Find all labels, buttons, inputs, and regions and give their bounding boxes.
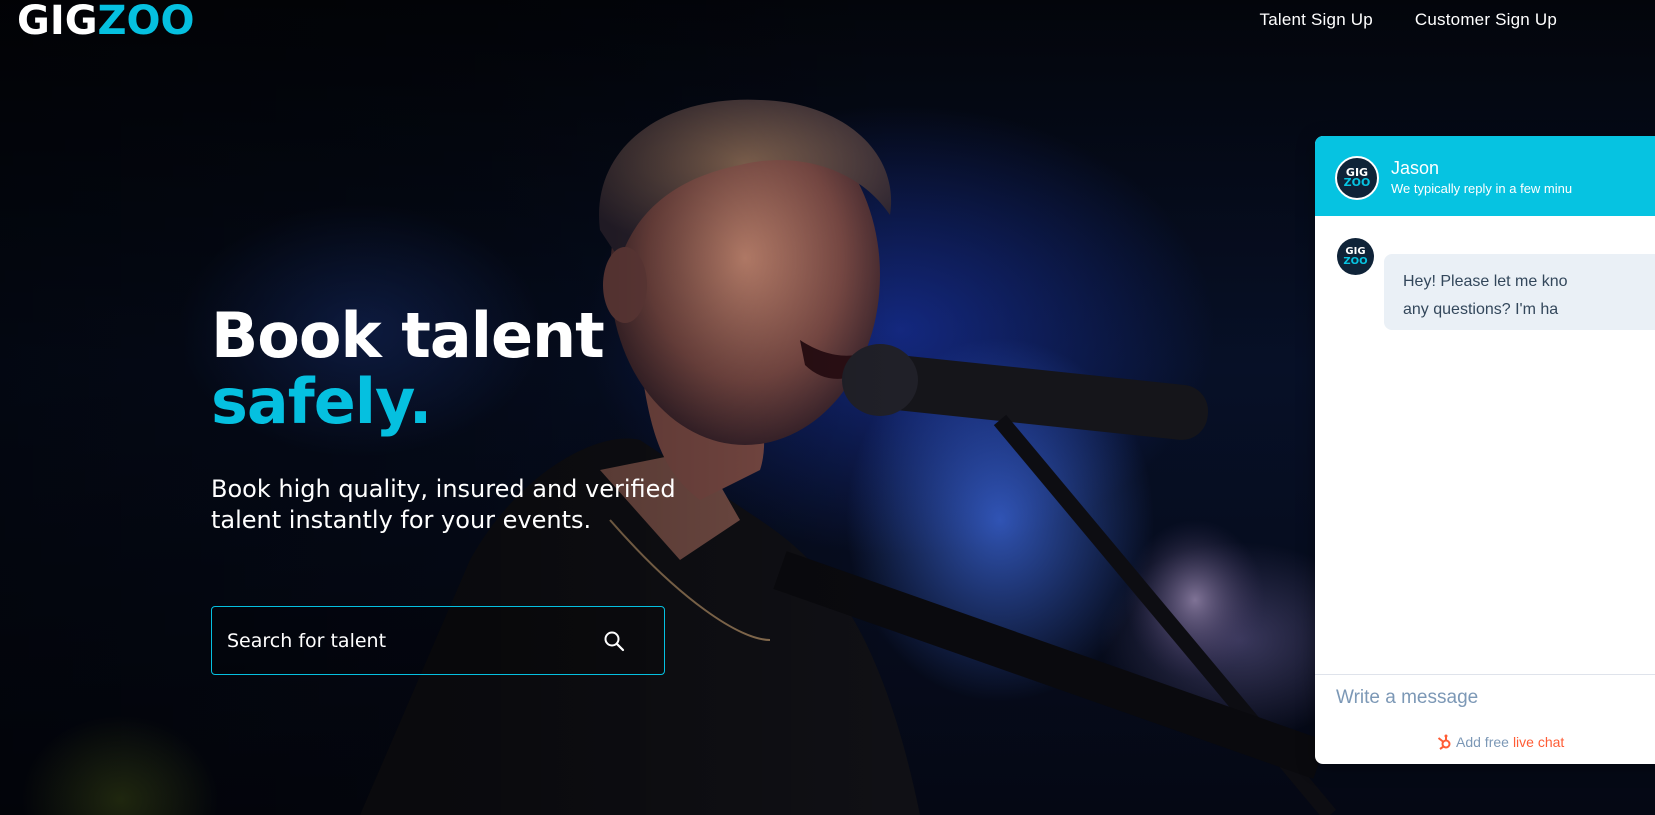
search-icon xyxy=(604,631,625,651)
chat-message-line1: Hey! Please let me kno xyxy=(1403,273,1568,290)
message-avatar: GIG ZOO xyxy=(1337,238,1374,275)
message-avatar-text-bottom: ZOO xyxy=(1343,255,1368,267)
chat-footer-prefix: Add free xyxy=(1456,734,1509,750)
hero-subheadline: Book high quality, insured and verified … xyxy=(211,475,676,534)
talent-search-input[interactable] xyxy=(212,628,586,653)
hero-headline-accent: safely. xyxy=(211,365,432,438)
gigzoo-logo[interactable]: GIGZOO xyxy=(17,0,195,42)
logo-text-zoo: ZOO xyxy=(97,0,195,44)
logo-text-gig: GIG xyxy=(17,0,98,44)
live-chat-widget: GIG ZOO Jason We typically reply in a fe… xyxy=(1315,136,1655,764)
talent-search-box xyxy=(211,606,665,675)
search-button[interactable] xyxy=(586,613,642,669)
agent-status: We typically reply in a few minu xyxy=(1391,181,1573,196)
hero-headline-line1: Book talent xyxy=(211,299,605,372)
message-avatar-text-top: GIG xyxy=(1345,245,1366,257)
nav-customer-sign-up[interactable]: Customer Sign Up xyxy=(1415,10,1557,30)
nav-talent-sign-up[interactable]: Talent Sign Up xyxy=(1260,10,1373,30)
live-chat-link[interactable]: live chat xyxy=(1513,734,1564,750)
top-nav: Talent Sign Up Customer Sign Up xyxy=(1260,10,1557,30)
chat-divider xyxy=(1315,674,1655,675)
chat-message-line2: any questions? I'm ha xyxy=(1403,301,1559,318)
chat-message-bubble: Hey! Please let me kno any questions? I'… xyxy=(1384,254,1655,330)
hero-headline: Book talent safely. xyxy=(211,303,605,438)
agent-avatar: GIG ZOO xyxy=(1335,156,1379,200)
chat-header: GIG ZOO Jason We typically reply in a fe… xyxy=(1315,136,1655,216)
hubspot-sprocket-icon xyxy=(1437,734,1451,750)
agent-avatar-text-bottom: ZOO xyxy=(1343,176,1371,189)
chat-message-input[interactable] xyxy=(1334,686,1655,710)
chat-footer: Add free live chat xyxy=(1436,734,1564,750)
agent-name: Jason xyxy=(1391,158,1440,178)
